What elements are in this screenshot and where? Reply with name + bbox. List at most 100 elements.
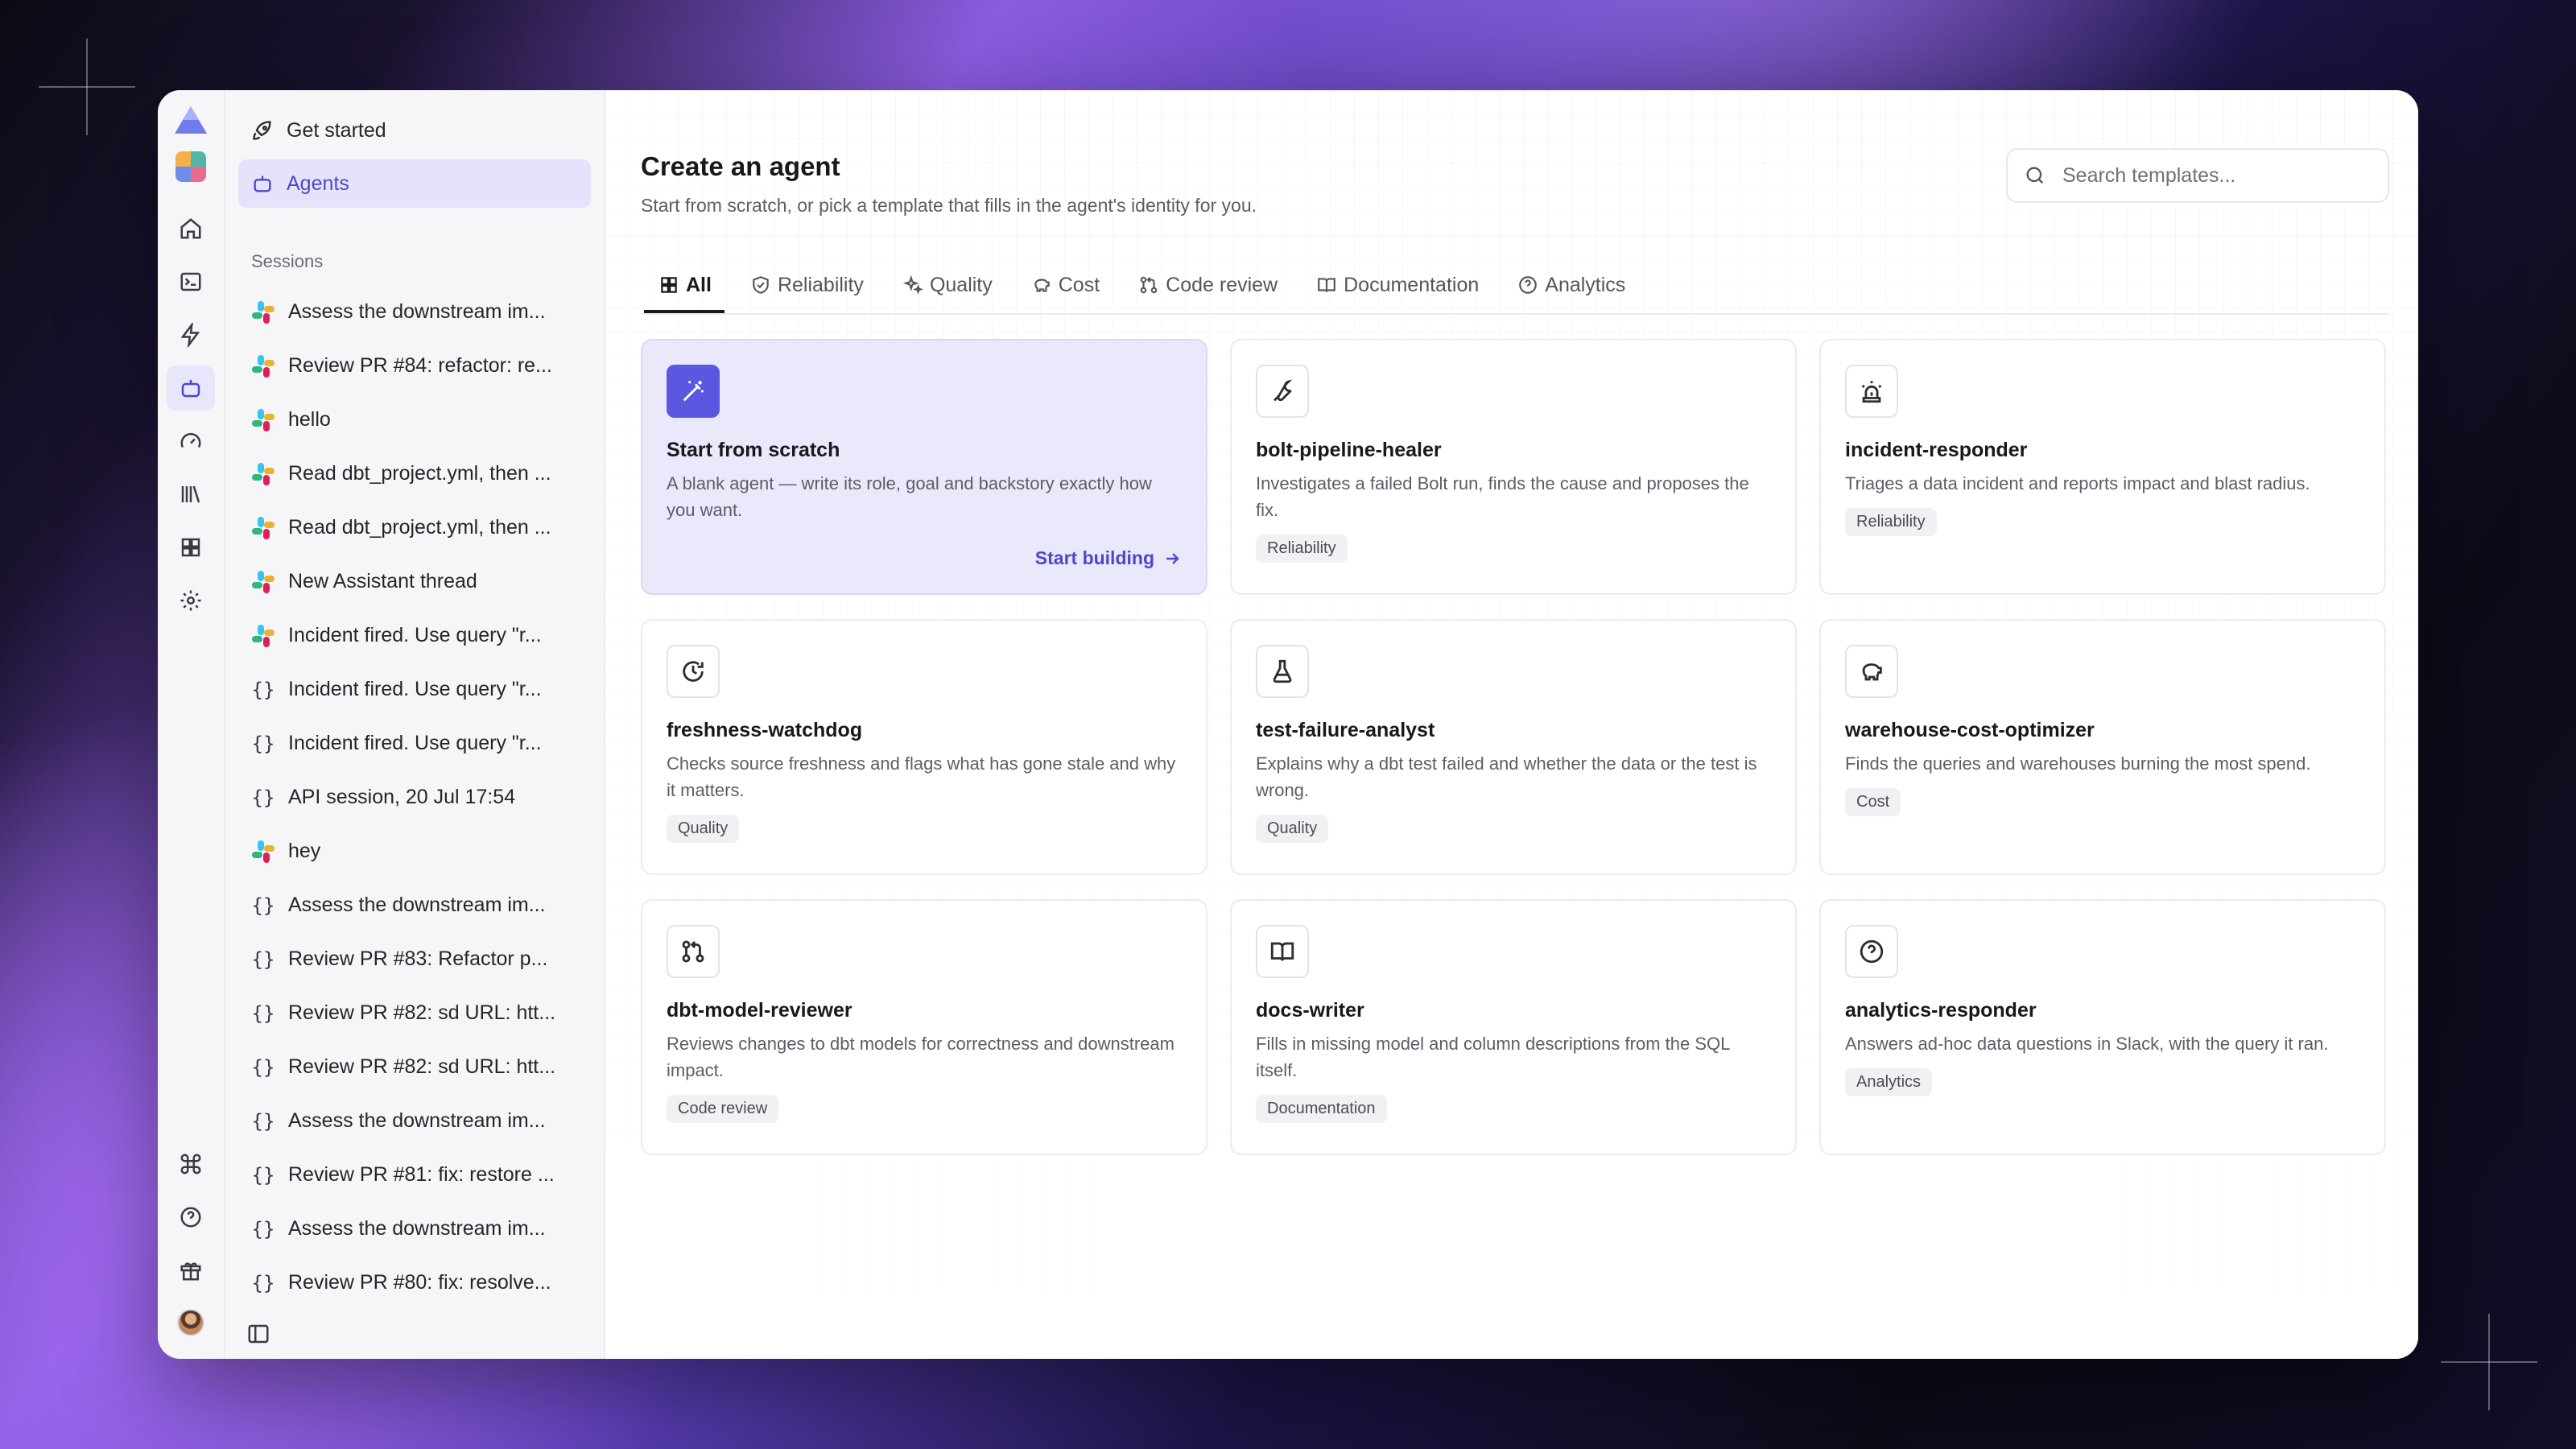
tab-all[interactable]: All [644, 260, 724, 313]
git-pull-request-icon [1138, 275, 1166, 295]
nav-get-started[interactable]: Get started [238, 106, 591, 155]
category-tag: Quality [1256, 815, 1329, 843]
nav-label: Agents [287, 171, 349, 195]
nav-agents[interactable]: Agents [238, 159, 591, 208]
card-title: incident-responder [1845, 439, 2028, 461]
tab-cost[interactable]: Cost [1017, 260, 1113, 313]
siren-icon [1845, 365, 1898, 418]
template-card[interactable]: incident-responder Triages a data inciden… [1819, 339, 2386, 595]
card-title: warehouse-cost-optimizer [1845, 719, 2095, 741]
library-icon[interactable] [167, 472, 215, 517]
api-glyph: {} [251, 947, 275, 971]
user-avatar[interactable] [177, 1309, 204, 1336]
template-card[interactable]: test-failure-analyst Explains why a dbt t… [1230, 619, 1797, 875]
help-icon[interactable] [167, 1195, 215, 1240]
session-item[interactable]: {} API session, 20 Jul 17:54 [238, 770, 591, 824]
dashboard-icon[interactable] [167, 525, 215, 570]
session-label: hello [288, 408, 331, 431]
cta-label: Start building [1034, 547, 1154, 568]
search-icon [2026, 167, 2044, 184]
home-icon[interactable] [167, 206, 215, 251]
api-braces-icon: {} [251, 679, 275, 701]
icon-rail [158, 90, 225, 1359]
gift-icon[interactable] [167, 1248, 215, 1293]
session-item[interactable]: {} Review PR #83: Refactor p... [238, 932, 591, 986]
main-content: Create an agent Start from scratch, or p… [605, 90, 2418, 1359]
template-card[interactable]: dbt-model-reviewer Reviews changes to dbt… [641, 899, 1208, 1155]
nav-label: Get started [287, 118, 386, 142]
magic-wand-icon [667, 365, 720, 418]
card-description: Explains why a dbt test failed and wheth… [1256, 753, 1757, 800]
command-icon[interactable] [167, 1141, 215, 1187]
tab-quality[interactable]: Quality [888, 260, 1005, 313]
session-item[interactable]: New Assistant thread [238, 555, 591, 609]
session-label: Incident fired. Use query "r... [288, 678, 542, 700]
session-item[interactable]: {} Incident fired. Use query "r... [238, 663, 591, 716]
start-building-link[interactable]: Start building [1035, 547, 1182, 569]
session-item[interactable]: Assess the downstream im... [238, 285, 591, 339]
card-description: Triages a data incident and reports impa… [1845, 473, 2310, 493]
session-item[interactable]: {} Assess the downstream im... [238, 1202, 591, 1256]
session-item[interactable]: {} Review PR #80: fix: resolve... [238, 1256, 591, 1310]
card-title: dbt-model-reviewer [667, 999, 852, 1022]
sidebar-toggle-icon[interactable] [246, 1322, 272, 1348]
help-circle-icon [1517, 275, 1545, 295]
search-input[interactable]: Search templates... [2006, 148, 2389, 203]
card-description: Checks source freshness and flags what h… [667, 753, 1176, 800]
session-label: Read dbt_project.yml, then ... [288, 462, 551, 485]
session-label: Assess the downstream im... [288, 894, 546, 916]
slack-icon [251, 354, 275, 378]
start-from-scratch-card[interactable]: Start from scratch A blank agent — write … [641, 339, 1208, 595]
template-card[interactable]: warehouse-cost-optimizer Finds the querie… [1819, 619, 2386, 875]
session-item[interactable]: Read dbt_project.yml, then ... [238, 447, 591, 501]
gauge-icon[interactable] [167, 419, 215, 464]
session-item[interactable]: Incident fired. Use query "r... [238, 609, 591, 663]
category-tag: Reliability [1256, 535, 1348, 563]
card-description: Fills in missing model and column descri… [1256, 1034, 1730, 1080]
session-item[interactable]: hey [238, 824, 591, 878]
session-item[interactable]: {} Review PR #82: sd URL: htt... [238, 986, 591, 1040]
api-braces-icon: {} [251, 1272, 275, 1294]
terminal-icon[interactable] [167, 259, 215, 304]
session-item[interactable]: {} Assess the downstream im... [238, 878, 591, 932]
session-item[interactable]: hello [238, 393, 591, 447]
shield-check-icon [750, 275, 778, 295]
session-item[interactable]: {} Review PR #81: fix: restore ... [238, 1148, 591, 1202]
api-braces-icon: {} [251, 1164, 275, 1187]
session-item[interactable]: {} Assess the downstream im... [238, 1094, 591, 1148]
workspace-switcher-icon[interactable] [175, 151, 206, 182]
settings-gear-icon[interactable] [167, 578, 215, 623]
app-logo-icon[interactable] [173, 105, 208, 137]
api-braces-icon: {} [251, 1110, 275, 1133]
arrow-right-icon [1166, 552, 1179, 564]
tab-documentation[interactable]: Documentation [1302, 260, 1492, 313]
card-title: test-failure-analyst [1256, 719, 1435, 741]
tab-reliability[interactable]: Reliability [736, 260, 877, 313]
agents-bot-icon[interactable] [167, 365, 215, 411]
tab-label: Documentation [1344, 273, 1480, 296]
session-label: Review PR #84: refactor: re... [288, 354, 552, 377]
session-item[interactable]: Read dbt_project.yml, then ... [238, 501, 591, 555]
corner-crosshair-decoration [2441, 1314, 2537, 1410]
tab-label: Cost [1058, 273, 1100, 296]
template-card[interactable]: analytics-responder Answers ad-hoc data q… [1819, 899, 2386, 1155]
api-glyph: {} [251, 1109, 275, 1133]
api-glyph: {} [251, 1055, 275, 1079]
session-item[interactable]: Review PR #84: refactor: re... [238, 339, 591, 393]
session-label: Assess the downstream im... [288, 300, 546, 323]
template-card[interactable]: bolt-pipeline-healer Investigates a faile… [1230, 339, 1797, 595]
card-description: Investigates a failed Bolt run, finds th… [1256, 473, 1749, 520]
session-item[interactable]: {} Review PR #82: sd URL: htt... [238, 1040, 591, 1094]
session-item[interactable]: {} Incident fired. Use query "r... [238, 716, 591, 770]
api-braces-icon: {} [251, 786, 275, 809]
template-card[interactable]: docs-writer Fills in missing model and co… [1230, 899, 1797, 1155]
api-braces-icon: {} [251, 1002, 275, 1025]
card-title: analytics-responder [1845, 999, 2037, 1022]
tab-analytics[interactable]: Analytics [1503, 260, 1638, 313]
template-card[interactable]: freshness-watchdog Checks source freshnes… [641, 619, 1208, 875]
sidebar-panel: Get started Agents Sessions Assess the d… [225, 90, 605, 1359]
tab-code-review[interactable]: Code review [1124, 260, 1290, 313]
api-glyph: {} [251, 678, 275, 701]
book-icon [1256, 925, 1309, 978]
bolt-icon[interactable] [167, 312, 215, 357]
